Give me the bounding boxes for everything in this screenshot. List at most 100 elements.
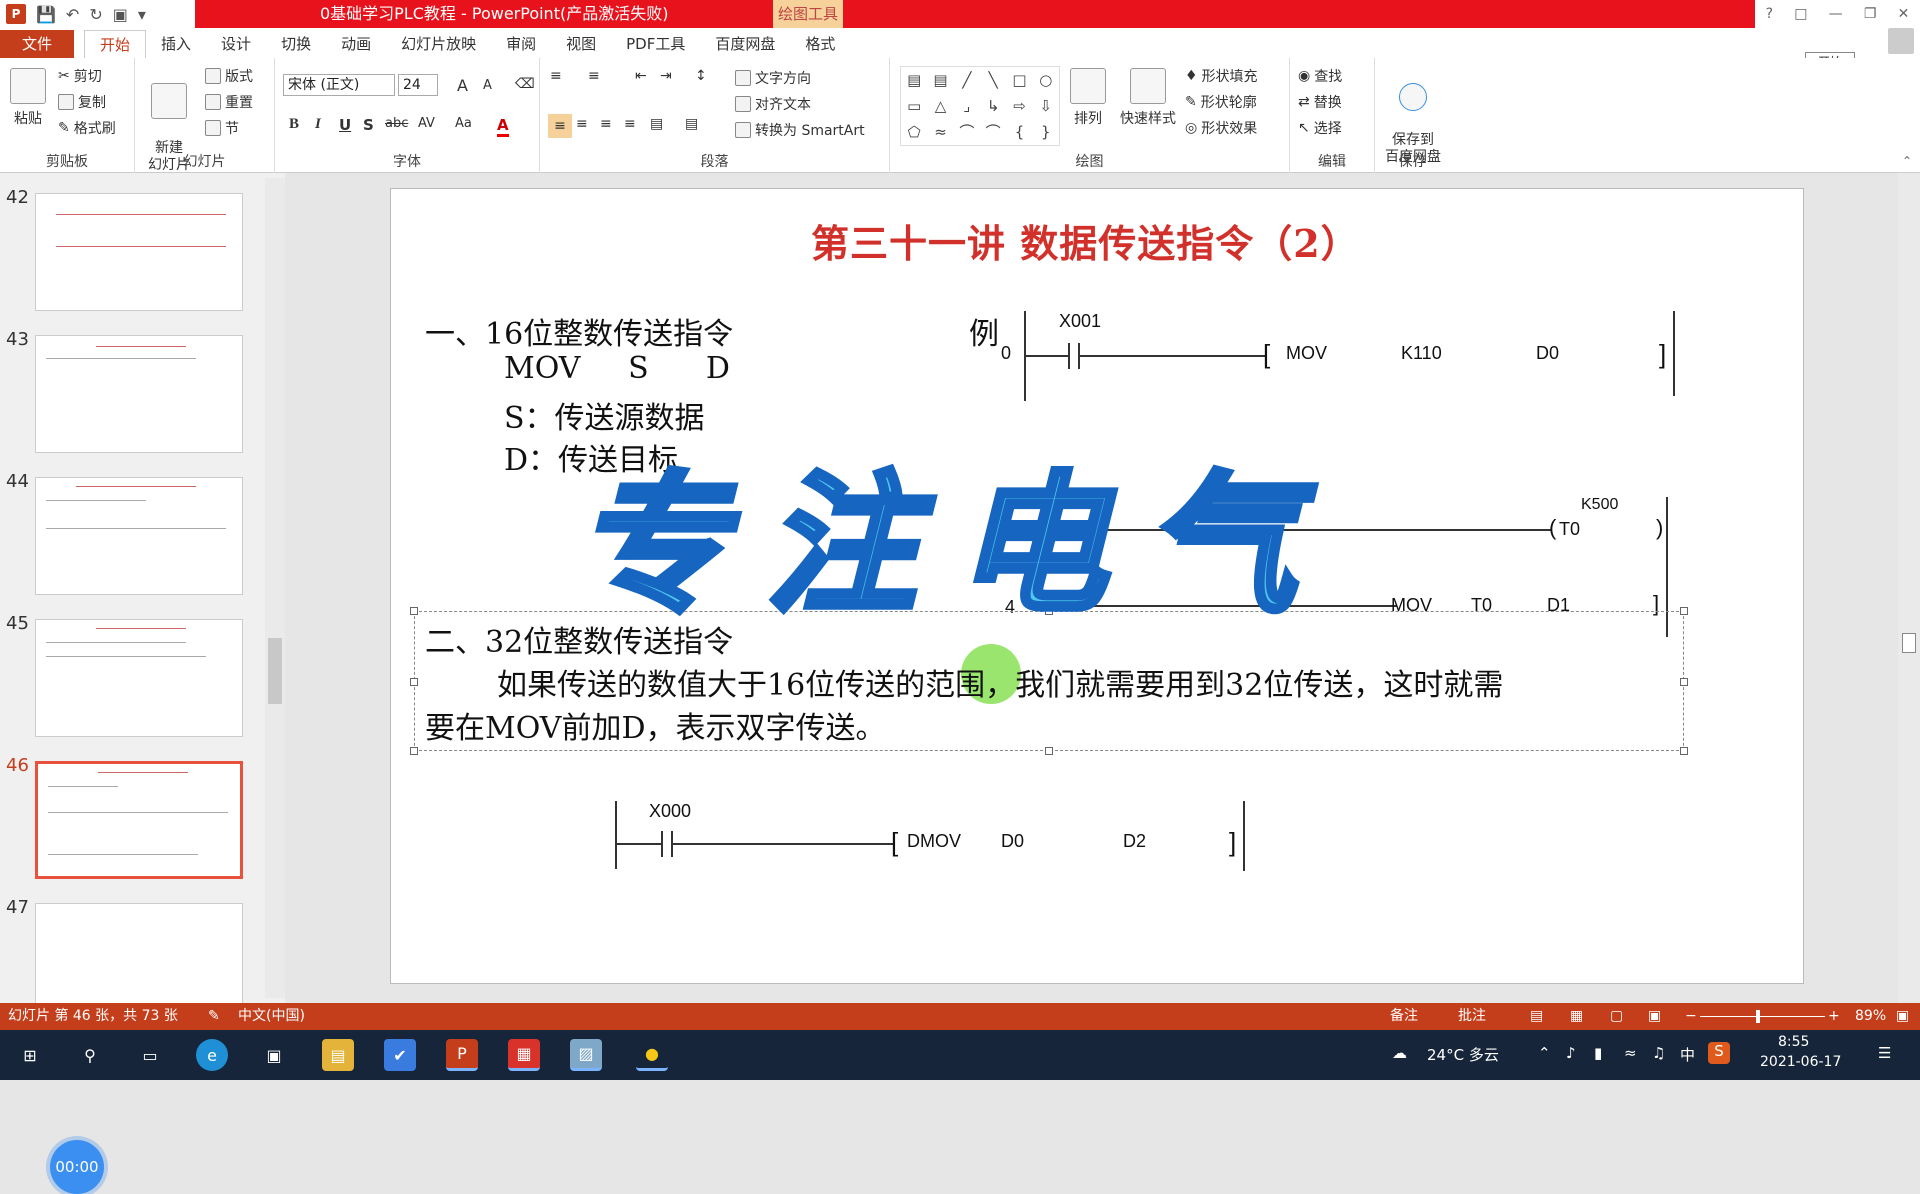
notes-button[interactable]: 备注 xyxy=(1390,1003,1418,1030)
numbering-icon[interactable]: ≡ xyxy=(588,68,600,84)
redo-icon[interactable]: ↻ xyxy=(89,5,102,24)
image-viewer-icon[interactable]: ▨ xyxy=(570,1039,602,1071)
volume-icon[interactable]: ♫ xyxy=(1652,1044,1665,1062)
battery-icon[interactable]: ▮ xyxy=(1594,1044,1602,1062)
underline-button[interactable]: U xyxy=(339,116,351,134)
weather-text[interactable]: 24°C 多云 xyxy=(1427,1044,1499,1065)
align-right-icon[interactable]: ≡ xyxy=(600,116,612,132)
quick-styles-button[interactable]: 快速样式 xyxy=(1115,68,1181,128)
slideshow-icon[interactable]: ▣ xyxy=(1648,1003,1661,1030)
feishu-icon[interactable]: ✔ xyxy=(384,1039,416,1071)
windows-start-icon[interactable]: ⊞ xyxy=(14,1039,46,1071)
wifi-icon[interactable]: ≈ xyxy=(1624,1044,1637,1062)
close-icon[interactable]: ✕ xyxy=(1898,6,1910,22)
resize-handle[interactable] xyxy=(410,747,418,755)
tab-slideshow[interactable]: 幻灯片放映 xyxy=(386,30,491,58)
copy-button[interactable]: 复制 xyxy=(58,92,106,112)
align-text-button[interactable]: 对齐文本 xyxy=(735,94,811,114)
microphone-icon[interactable]: ♪ xyxy=(1566,1044,1576,1062)
fit-slide-icon[interactable]: ▣ xyxy=(1896,1003,1909,1030)
align-left-icon[interactable]: ≡ xyxy=(548,114,572,138)
weather-icon[interactable]: ☁ xyxy=(1392,1044,1407,1062)
tab-file[interactable]: 文件 xyxy=(0,30,75,58)
language-indicator[interactable]: 中文(中国) xyxy=(238,1003,305,1030)
help-icon[interactable]: ? xyxy=(1766,6,1773,22)
restore-icon[interactable]: ❐ xyxy=(1864,6,1877,22)
thumbnail-scrollbar[interactable] xyxy=(265,178,285,998)
strikethrough-button[interactable]: abc xyxy=(385,116,408,131)
paste-button[interactable]: 粘贴 xyxy=(8,68,48,128)
resize-handle[interactable] xyxy=(410,678,418,686)
zoom-in-icon[interactable]: + xyxy=(1828,1003,1840,1030)
scroll-thumb[interactable] xyxy=(268,638,282,704)
shape-effects-button[interactable]: ◎ 形状效果 xyxy=(1185,118,1257,138)
zoom-slider-thumb[interactable] xyxy=(1756,1010,1760,1023)
powerpoint-taskbar-icon[interactable]: P xyxy=(446,1039,478,1071)
font-name-select[interactable]: 宋体 (正文) xyxy=(283,74,395,96)
text-direction-button[interactable]: 文字方向 xyxy=(735,68,811,88)
font-size-select[interactable]: 24 xyxy=(398,74,438,96)
grow-font-button[interactable]: A xyxy=(457,76,468,95)
line-spacing-icon[interactable]: ↕ xyxy=(695,68,707,84)
bold-button[interactable]: B xyxy=(289,116,299,133)
slide-canvas[interactable]: 第三十一讲 数据传送指令（2） 一、16位整数传送指令 MOV S D S：传送… xyxy=(390,188,1804,984)
user-avatar[interactable] xyxy=(1888,28,1914,54)
customize-qat-icon[interactable]: ▾ xyxy=(138,5,146,24)
tab-view[interactable]: 视图 xyxy=(551,30,611,58)
tab-pdf-tools[interactable]: PDF工具 xyxy=(611,30,700,58)
tray-expand-icon[interactable]: ⌃ xyxy=(1538,1044,1551,1062)
recorder-icon[interactable]: ● xyxy=(636,1039,668,1071)
distribute-icon[interactable]: ▤ xyxy=(650,116,663,132)
bullets-icon[interactable]: ≡ xyxy=(550,68,562,84)
slide-thumbnail-43[interactable] xyxy=(35,335,243,453)
tab-format[interactable]: 格式 xyxy=(790,30,850,58)
resize-handle[interactable] xyxy=(1045,747,1053,755)
clock-date[interactable]: 2021-06-17 xyxy=(1760,1054,1841,1070)
align-center-icon[interactable]: ≡ xyxy=(576,116,588,132)
arrange-button[interactable]: 排列 xyxy=(1068,68,1108,128)
ribbon-display-icon[interactable]: □ xyxy=(1794,6,1807,22)
justify-icon[interactable]: ≡ xyxy=(624,116,636,132)
tab-review[interactable]: 审阅 xyxy=(491,30,551,58)
shapes-gallery[interactable]: ▤ ▤ ╱ ╲ □ ○ ▭ △ ⌟ ↳ ⇨ ⇩ ⬠ ≈ ⌒ ⌒{} xyxy=(900,66,1060,146)
file-explorer-icon[interactable]: ▤ xyxy=(322,1039,354,1071)
slide-title[interactable]: 第三十一讲 数据传送指令（2） xyxy=(811,213,1360,268)
layout-button[interactable]: 版式 xyxy=(205,66,253,86)
edge-browser-icon[interactable]: e xyxy=(196,1039,228,1071)
resize-handle[interactable] xyxy=(1680,678,1688,686)
cut-button[interactable]: ✂ 剪切 xyxy=(58,66,102,86)
shadow-button[interactable]: S xyxy=(363,116,374,134)
resize-handle[interactable] xyxy=(410,607,418,615)
recording-timer[interactable]: 00:00 xyxy=(50,1140,104,1194)
clock-time[interactable]: 8:55 xyxy=(1778,1034,1809,1050)
italic-button[interactable]: I xyxy=(315,116,321,133)
zoom-level[interactable]: 89% xyxy=(1855,1003,1886,1030)
select-button[interactable]: ↖ 选择 xyxy=(1298,118,1342,138)
slide-thumbnail-46-selected[interactable] xyxy=(35,761,243,879)
font-color-button[interactable]: A xyxy=(497,116,509,137)
section2-body-line2[interactable]: 要在MOV前加D，表示双字传送。 xyxy=(425,703,886,747)
slide-thumbnail-42[interactable] xyxy=(35,193,243,311)
section-button[interactable]: 节 xyxy=(205,118,239,138)
columns-icon[interactable]: ▤ xyxy=(685,116,698,132)
tab-animations[interactable]: 动画 xyxy=(326,30,386,58)
mov-syntax[interactable]: MOV S D xyxy=(504,351,730,386)
reading-view-icon[interactable]: ▢ xyxy=(1610,1003,1623,1030)
slide-thumbnail-44[interactable] xyxy=(35,477,243,595)
increase-indent-icon[interactable]: ⇥ xyxy=(660,68,672,84)
tab-insert[interactable]: 插入 xyxy=(146,30,206,58)
save-icon[interactable]: 💾 xyxy=(36,5,56,24)
shrink-font-button[interactable]: A xyxy=(483,78,492,93)
comments-button[interactable]: 批注 xyxy=(1458,1003,1486,1030)
find-button[interactable]: ◉ 查找 xyxy=(1298,66,1342,86)
tab-home[interactable]: 开始 xyxy=(84,30,147,58)
resize-handle[interactable] xyxy=(1680,747,1688,755)
store-icon[interactable]: ▣ xyxy=(258,1039,290,1071)
smartart-button[interactable]: 转换为 SmartArt xyxy=(735,120,865,140)
shape-outline-button[interactable]: ✎ 形状轮廓 xyxy=(1185,92,1257,112)
plc-software-icon[interactable]: ▦ xyxy=(508,1039,540,1071)
spellcheck-icon[interactable]: ✎ xyxy=(208,1003,220,1030)
search-icon[interactable]: ⚲ xyxy=(74,1039,106,1071)
clear-formatting-icon[interactable]: ⌫ xyxy=(515,76,535,92)
ime-indicator[interactable]: 中 xyxy=(1680,1044,1695,1065)
